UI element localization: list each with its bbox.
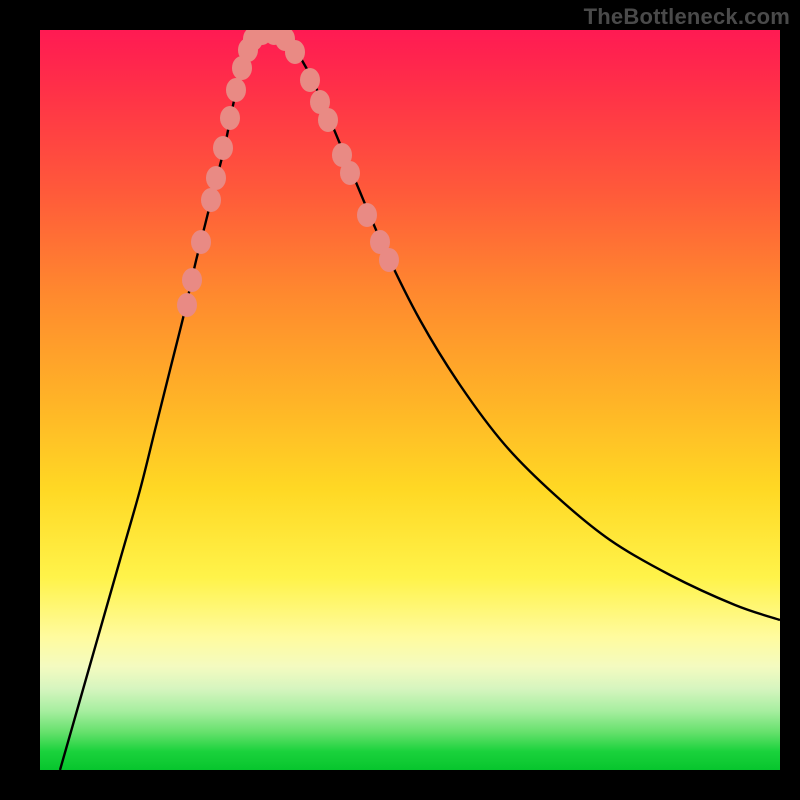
highlight-point [340,161,360,185]
chart-plot-area [40,30,780,770]
highlight-point [379,248,399,272]
watermark-text: TheBottleneck.com [584,4,790,30]
bottleneck-curve [60,32,780,770]
highlight-point [220,106,240,130]
highlight-point [285,40,305,64]
highlight-points-group [177,30,399,317]
highlight-point [357,203,377,227]
highlight-point [201,188,221,212]
highlight-point [213,136,233,160]
highlight-point [206,166,226,190]
highlight-point [177,293,197,317]
curve-layer [40,30,780,770]
highlight-point [191,230,211,254]
highlight-point [226,78,246,102]
chart-frame: TheBottleneck.com [0,0,800,800]
highlight-point [318,108,338,132]
highlight-point [182,268,202,292]
highlight-point [300,68,320,92]
